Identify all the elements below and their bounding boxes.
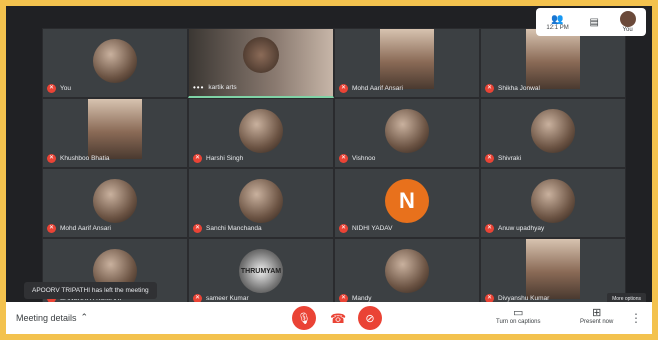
mic-off-icon: 🎙 (297, 312, 311, 325)
participant-name: Mohd Aarif Ansari (352, 85, 403, 92)
camera-off-icon: ⊘ (365, 312, 375, 325)
mic-off-icon: ✕ (485, 84, 494, 93)
participant-tile-active[interactable]: ••• kartik arts (188, 28, 334, 98)
meet-window: ✕ You ••• kartik arts ✕ Mohd Aarif Ansari ✕… (6, 6, 652, 334)
participant-name: Anuw upadhyay (498, 225, 545, 232)
present-icon: ⊞ (592, 307, 602, 319)
participant-avatar (531, 179, 575, 223)
bottom-control-bar: Meeting details ⌃ 🎙 ☎ ⊘ ▭ Turn on captio… (6, 302, 652, 334)
participant-tile[interactable]: ✕ Shikha Jonwal (480, 28, 626, 98)
participant-name: NIDHI YADAV (352, 225, 393, 232)
participant-tile[interactable]: ✕ Harshi Singh (188, 98, 334, 168)
people-button[interactable]: 👥 12:1 PM (546, 14, 568, 31)
participant-photo (380, 29, 434, 89)
self-view[interactable]: You (619, 11, 636, 33)
letter-avatar: N (385, 179, 429, 223)
mic-off-icon: ✕ (339, 154, 348, 163)
present-button[interactable]: ⊞ Present now (580, 306, 613, 325)
participant-name: Shikha Jonwal (498, 85, 540, 92)
participant-avatar (93, 39, 137, 83)
participant-avatar (385, 249, 429, 293)
mic-off-icon: ✕ (47, 224, 56, 233)
participant-name: Mandy (352, 295, 372, 302)
mic-toggle-button[interactable]: 🎙 (292, 306, 316, 330)
participant-name: Divyanshu Kumar (498, 295, 550, 302)
participant-tile[interactable]: ✕ Mandy (334, 238, 480, 308)
participant-photo (526, 29, 580, 89)
captions-icon: ▭ (513, 307, 524, 319)
participant-name: Shivraki (498, 155, 522, 162)
meeting-details-label: Meeting details (16, 312, 77, 323)
participant-name: kartik arts (208, 84, 237, 91)
chat-button[interactable]: ▤ (589, 17, 598, 28)
participant-tile[interactable]: ✕ Anuw upadhyay (480, 168, 626, 238)
more-options-icon[interactable]: ⋮ (630, 311, 642, 325)
participant-avatar (385, 109, 429, 153)
participant-avatar (239, 109, 283, 153)
mic-off-icon: ✕ (47, 84, 56, 93)
participant-name: You (60, 85, 71, 92)
self-avatar (619, 11, 636, 27)
participant-photo (526, 239, 580, 299)
leave-notification: APOORV TRIPATHI has left the meeting (24, 282, 157, 299)
self-label: You (622, 27, 633, 33)
participant-tile[interactable]: ✕ Shivraki (480, 98, 626, 168)
participant-name: Sanchi Manchanda (206, 225, 262, 232)
people-icon: 👥 (551, 13, 564, 25)
mic-off-icon: ✕ (193, 154, 202, 163)
participant-name: Harshi Singh (206, 155, 244, 162)
mic-off-icon: ✕ (485, 154, 494, 163)
participant-tile[interactable]: ✕ Mohd Aarif Ansari (334, 28, 480, 98)
participant-tile[interactable]: ✕ Divyanshu Kumar (480, 238, 626, 308)
mic-off-icon: ✕ (485, 224, 494, 233)
time-label: 12:1 PM (546, 24, 569, 31)
participant-name: Mohd Aarif Ansari (60, 225, 111, 232)
chevron-up-icon: ⌃ (80, 312, 89, 322)
mic-off-icon: ✕ (47, 154, 56, 163)
participant-tile[interactable]: THRUMYAM ✕ sameer Kumar (188, 238, 334, 308)
participant-name: Khushboo Bhatia (60, 155, 110, 162)
participant-grid: ✕ You ••• kartik arts ✕ Mohd Aarif Ansari ✕… (6, 6, 652, 308)
logo-avatar: THRUMYAM (239, 249, 283, 293)
participant-avatar (239, 179, 283, 223)
camera-toggle-button[interactable]: ⊘ (358, 306, 382, 330)
top-right-panel: 👥 12:1 PM ▤ You (536, 8, 646, 36)
phone-icon: ☎ (330, 311, 347, 326)
present-label: Present now (580, 319, 614, 325)
mic-off-icon: ✕ (339, 84, 348, 93)
participant-tile[interactable]: N ✕ NIDHI YADAV (334, 168, 480, 238)
more-icon[interactable]: ••• (193, 83, 204, 92)
hang-up-button[interactable]: ☎ (330, 311, 346, 327)
mic-off-icon: ✕ (193, 224, 202, 233)
participant-tile[interactable]: ✕ Sanchi Manchanda (188, 168, 334, 238)
participant-avatar (93, 179, 137, 223)
participant-avatar (531, 109, 575, 153)
participant-tile[interactable]: ✕ Khushboo Bhatia (42, 98, 188, 168)
participant-tile[interactable]: ✕ Mohd Aarif Ansari (42, 168, 188, 238)
participant-name: Vishnoo (352, 155, 376, 162)
mic-off-icon: ✕ (339, 224, 348, 233)
participant-name: sameer Kumar (206, 295, 249, 302)
chat-icon: ▤ (589, 16, 599, 28)
participant-tile[interactable]: ✕ You (42, 28, 188, 98)
meeting-details-button[interactable]: Meeting details ⌃ (16, 312, 88, 323)
participant-photo (88, 99, 142, 159)
captions-button[interactable]: ▭ Turn on captions (496, 306, 540, 325)
captions-label: Turn on captions (496, 319, 541, 325)
participant-tile[interactable]: ✕ Vishnoo (334, 98, 480, 168)
